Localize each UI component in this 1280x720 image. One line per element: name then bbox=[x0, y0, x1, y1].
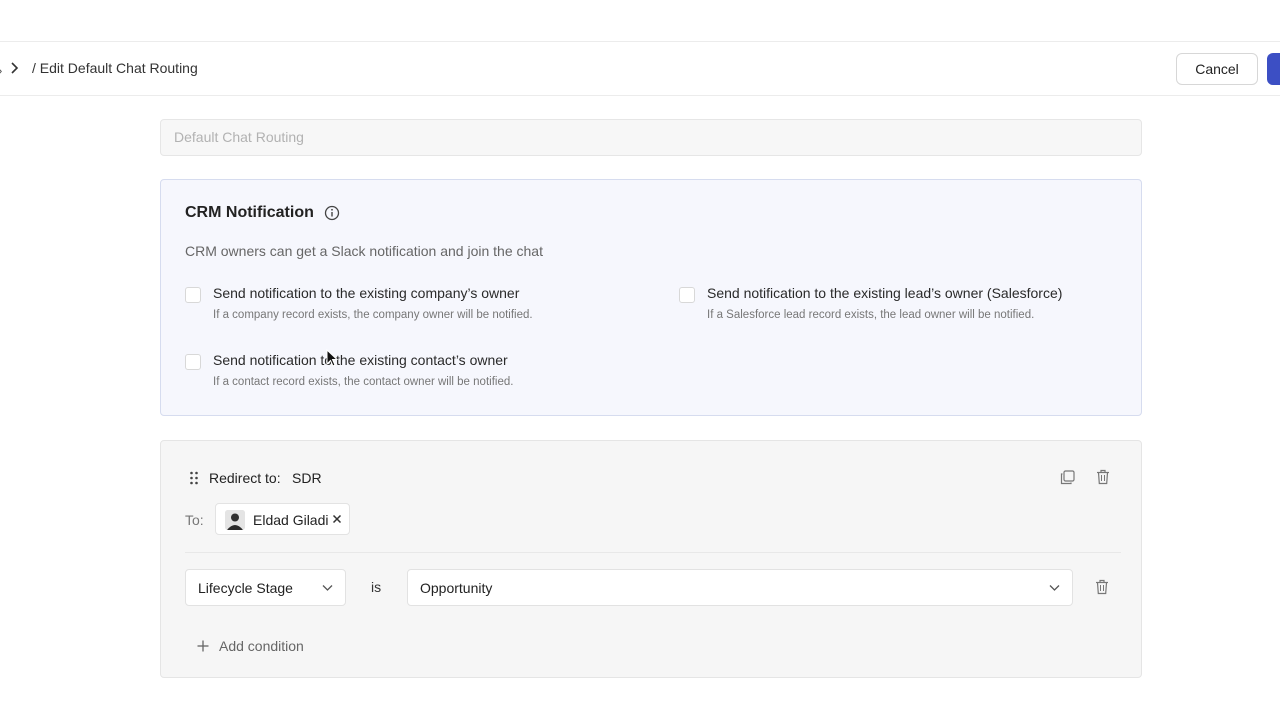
save-button[interactable] bbox=[1267, 53, 1280, 85]
cancel-button[interactable]: Cancel bbox=[1176, 53, 1258, 85]
condition-field-value: Lifecycle Stage bbox=[198, 580, 293, 596]
option-hint: If a Salesforce lead record exists, the … bbox=[707, 309, 1035, 321]
checkbox-contact-owner[interactable] bbox=[185, 354, 201, 370]
breadcrumb-previous-fragment[interactable]: › bbox=[0, 63, 2, 78]
duplicate-icon[interactable] bbox=[1060, 470, 1075, 485]
mouse-cursor-icon bbox=[326, 349, 338, 367]
option-label: Send notification to the existing compan… bbox=[213, 285, 520, 301]
redirect-label: Redirect to: bbox=[209, 470, 281, 486]
delete-rule-icon[interactable] bbox=[1096, 469, 1110, 485]
top-bar bbox=[0, 0, 1280, 42]
drag-handle-icon[interactable] bbox=[189, 471, 199, 485]
option-hint: If a contact record exists, the contact … bbox=[213, 376, 514, 388]
condition-value-select[interactable]: Opportunity bbox=[407, 569, 1073, 606]
condition-value: Opportunity bbox=[420, 580, 493, 596]
recipient-name: Eldad Giladi bbox=[253, 512, 329, 528]
avatar bbox=[225, 510, 245, 530]
chevron-down-icon bbox=[1049, 585, 1060, 591]
remove-recipient-icon[interactable] bbox=[332, 514, 342, 524]
condition-operator: is bbox=[371, 579, 382, 595]
condition-field-select[interactable]: Lifecycle Stage bbox=[185, 569, 346, 606]
crm-notification-description: CRM owners can get a Slack notification … bbox=[185, 243, 543, 259]
divider bbox=[185, 552, 1121, 553]
checkbox-lead-owner[interactable] bbox=[679, 287, 695, 303]
option-hint: If a company record exists, the company … bbox=[213, 309, 533, 321]
chevron-right-icon bbox=[11, 62, 19, 74]
routing-rule-card: Redirect to: SDR To: Eldad Giladi Lifecy… bbox=[160, 440, 1142, 678]
page-header: › / Edit Default Chat Routing Cancel bbox=[0, 42, 1280, 96]
option-label: Send notification to the existing contac… bbox=[213, 352, 508, 368]
add-condition-label: Add condition bbox=[219, 638, 304, 654]
info-icon[interactable] bbox=[324, 205, 340, 221]
to-label: To: bbox=[185, 512, 204, 528]
crm-notification-card: CRM Notification CRM owners can get a Sl… bbox=[160, 179, 1142, 416]
option-label: Send notification to the existing lead’s… bbox=[707, 285, 1063, 301]
checkbox-company-owner[interactable] bbox=[185, 287, 201, 303]
plus-icon bbox=[197, 640, 209, 652]
redirect-value: SDR bbox=[292, 470, 322, 486]
breadcrumb-current: / Edit Default Chat Routing bbox=[32, 60, 198, 76]
chevron-down-icon bbox=[322, 585, 333, 591]
crm-notification-title: CRM Notification bbox=[185, 204, 314, 221]
delete-condition-icon[interactable] bbox=[1095, 579, 1109, 595]
routing-name-input[interactable]: Default Chat Routing bbox=[160, 119, 1142, 156]
recipient-chip[interactable]: Eldad Giladi bbox=[215, 503, 350, 535]
